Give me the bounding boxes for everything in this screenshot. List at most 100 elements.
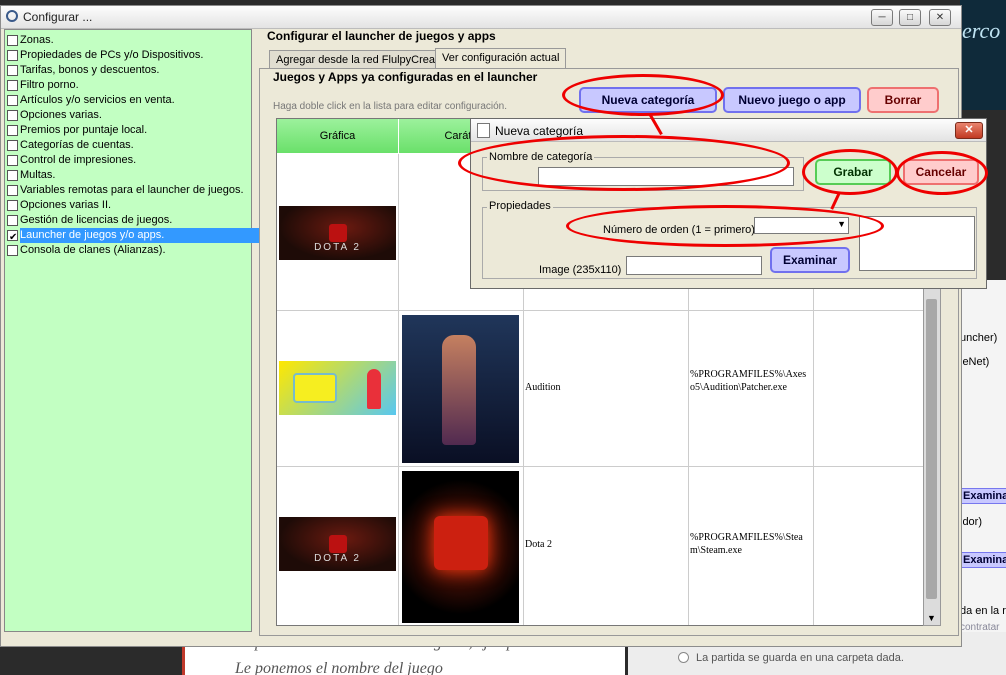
checkbox[interactable] <box>7 170 18 181</box>
table-row-2-name[interactable]: Audition <box>524 311 689 467</box>
table-row-3-extra[interactable] <box>814 467 924 625</box>
annotation-ellipse-new-category <box>562 74 724 116</box>
dota-logo-icon <box>328 535 347 553</box>
menu-item[interactable]: ✔ Launcher de juegos y/o apps. <box>5 228 269 243</box>
new-game-button[interactable]: Nuevo juego o app <box>723 87 861 113</box>
dialog-doc-icon <box>477 123 490 138</box>
checkbox[interactable] <box>7 80 18 91</box>
table-row-3-graphic[interactable]: DOTA 2 <box>277 467 399 625</box>
menu-item-label: Opciones varias II. <box>20 199 112 211</box>
menu-item[interactable]: Tarifas, bonos y descuentos. <box>5 63 251 78</box>
dota-cover-logo-icon <box>434 516 488 570</box>
tab-current-config[interactable]: Ver configuración actual <box>435 48 567 69</box>
checkbox[interactable] <box>7 215 18 226</box>
background-logo: erco <box>962 18 1001 43</box>
menu-item-label: Filtro porno. <box>20 79 79 91</box>
dota-logo-icon <box>328 224 347 242</box>
row-3-path-text: %PROGRAMFILES%\Steam\Steam.exe <box>690 532 803 556</box>
audition-cover-image <box>402 315 519 463</box>
image-label: Image (235x110) <box>539 264 622 276</box>
banner-label: DOTA 2 <box>314 242 361 253</box>
menu-item-label: Tarifas, bonos y descuentos. <box>20 64 160 76</box>
dialog-close-button[interactable]: ✕ <box>955 122 983 139</box>
table-row-3-path[interactable]: %PROGRAMFILES%\Steam\Steam.exe <box>689 467 814 625</box>
panel-hint: Haga doble click en la lista para editar… <box>273 101 508 112</box>
minimize-button[interactable]: ─ <box>871 9 893 26</box>
checkbox[interactable] <box>7 245 18 256</box>
menu-item-label: Categorías de cuentas. <box>20 139 134 151</box>
row-2-path-text: %PROGRAMFILES%\Axeso5\Audition\Patcher.e… <box>690 369 807 393</box>
menu-item-label: Propiedades de PCs y/o Dispositivos. <box>20 49 204 61</box>
menu-item[interactable]: Premios por puntaje local. <box>5 123 251 138</box>
checkbox[interactable] <box>7 50 18 61</box>
checkbox[interactable] <box>7 200 18 211</box>
menu-item[interactable]: Gestión de licencias de juegos. <box>5 213 251 228</box>
menu-item[interactable]: Propiedades de PCs y/o Dispositivos. <box>5 48 251 63</box>
annotation-ellipse-cancel <box>896 151 988 195</box>
menu-item[interactable]: Consola de clanes (Alianzas). <box>5 243 251 258</box>
column-header-graphic[interactable]: Gráfica <box>277 119 399 153</box>
browse-button[interactable]: Examinar <box>770 247 850 273</box>
tab-add-from-network[interactable]: Agregar desde la red FlulpyCrea® <box>269 50 451 69</box>
bg-text-2: leNet) <box>960 356 990 368</box>
dota-banner-image: DOTA 2 <box>279 206 396 260</box>
menu-item-label: Launcher de juegos y/o apps. <box>20 228 269 243</box>
menu-item-label: Multas. <box>20 169 56 181</box>
table-row-2-extra[interactable] <box>814 311 924 467</box>
checkbox[interactable]: ✔ <box>7 230 18 243</box>
menu-item[interactable]: Filtro porno. <box>5 78 251 93</box>
menu-item[interactable]: Opciones varias. <box>5 108 251 123</box>
bg-examinar-2: Examinar <box>960 552 1006 568</box>
bg-text-3: idor) <box>960 516 983 528</box>
menu-item-label: Zonas. <box>20 34 54 46</box>
group-title: Configurar el launcher de juegos y apps <box>267 29 496 43</box>
menu-item[interactable]: Opciones varias II. <box>5 198 251 213</box>
table-row-2-graphic[interactable] <box>277 311 399 467</box>
scrollbar-thumb[interactable] <box>926 299 937 599</box>
bg-examinar-1: Examinar <box>960 488 1006 504</box>
menu-item[interactable]: Control de impresiones. <box>5 153 251 168</box>
checkbox[interactable] <box>7 65 18 76</box>
audition-character-icon <box>367 369 381 409</box>
delete-button[interactable]: Borrar <box>867 87 939 113</box>
checkbox[interactable] <box>7 95 18 106</box>
banner-label: DOTA 2 <box>314 553 361 564</box>
dota-banner-image: DOTA 2 <box>279 517 396 571</box>
checkbox[interactable] <box>7 125 18 136</box>
menu-item[interactable]: Artículos y/o servicios en venta. <box>5 93 251 108</box>
image-path-input[interactable] <box>626 256 762 275</box>
checkbox[interactable] <box>7 140 18 151</box>
radio-icon <box>678 652 689 663</box>
checkbox[interactable] <box>7 35 18 46</box>
menu-item-label: Gestión de licencias de juegos. <box>20 214 173 226</box>
background-app-header <box>960 0 1006 110</box>
table-row-1-graphic[interactable]: DOTA 2 <box>277 154 399 311</box>
menu-item[interactable]: Categorías de cuentas. <box>5 138 251 153</box>
checkbox[interactable] <box>7 155 18 166</box>
menu-item-label: Variables remotas para el launcher de ju… <box>20 184 244 196</box>
background-right-panel: uncher) leNet) Examinar idor) Examinar d… <box>960 280 1006 675</box>
checkbox[interactable] <box>7 110 18 121</box>
menu-item[interactable]: Zonas. <box>5 33 251 48</box>
window-titlebar: Configurar ... ─ □ ✕ <box>1 6 961 29</box>
scroll-down-icon[interactable]: ▼ <box>927 613 936 623</box>
row-3-name-text: Dota 2 <box>525 539 552 550</box>
close-button[interactable]: ✕ <box>929 9 951 26</box>
checkbox[interactable] <box>7 185 18 196</box>
options-list: Zonas. Propiedades de PCs y/o Dispositivo… <box>4 29 269 632</box>
table-row-3-name[interactable]: Dota 2 <box>524 467 689 625</box>
table-row-2-path[interactable]: %PROGRAMFILES%\Axeso5\Audition\Patcher.e… <box>689 311 814 467</box>
menu-item-label: Control de impresiones. <box>20 154 137 166</box>
table-row-2-cover[interactable] <box>399 311 524 467</box>
menu-item[interactable]: Variables remotas para el launcher de ju… <box>5 183 251 198</box>
maximize-button[interactable]: □ <box>899 9 921 26</box>
table-row-3-cover[interactable] <box>399 467 524 625</box>
properties-legend: Propiedades <box>487 200 553 212</box>
menu-item-label: Artículos y/o servicios en venta. <box>20 94 175 106</box>
menu-item-label: Opciones varias. <box>20 109 102 121</box>
annotation-ellipse-save <box>802 149 898 195</box>
window-title: Configurar ... <box>23 10 93 24</box>
bg-text-1: uncher) <box>960 332 998 344</box>
annotation-ellipse-name <box>458 135 790 191</box>
menu-item[interactable]: Multas. <box>5 168 251 183</box>
